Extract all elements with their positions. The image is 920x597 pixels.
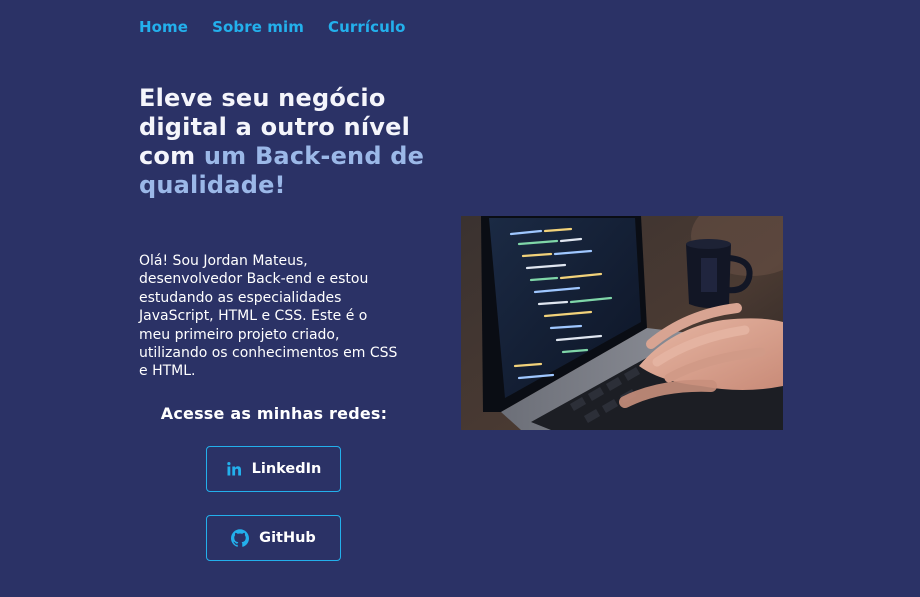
nav-resume-link[interactable]: Currículo: [328, 18, 406, 36]
linkedin-icon: [226, 461, 242, 477]
github-icon: [231, 529, 250, 547]
laptop-coding-photo: [461, 216, 783, 430]
nav-home-link[interactable]: Home: [139, 18, 188, 36]
intro-text: Olá! Sou Jordan Mateus, desenvolvedor Ba…: [139, 253, 398, 380]
github-button[interactable]: GitHub: [206, 515, 341, 561]
social-heading: Acesse as minhas redes:: [160, 404, 388, 423]
github-label: GitHub: [259, 530, 316, 546]
hero-title: Eleve seu negócio digital a outro nível …: [139, 84, 429, 200]
page: Home Sobre mim Currículo Eleve seu negóc…: [0, 0, 920, 597]
linkedin-label: LinkedIn: [251, 461, 322, 477]
top-nav: Home Sobre mim Currículo: [139, 18, 406, 36]
nav-about-link[interactable]: Sobre mim: [212, 18, 304, 36]
linkedin-button[interactable]: LinkedIn: [206, 446, 341, 492]
